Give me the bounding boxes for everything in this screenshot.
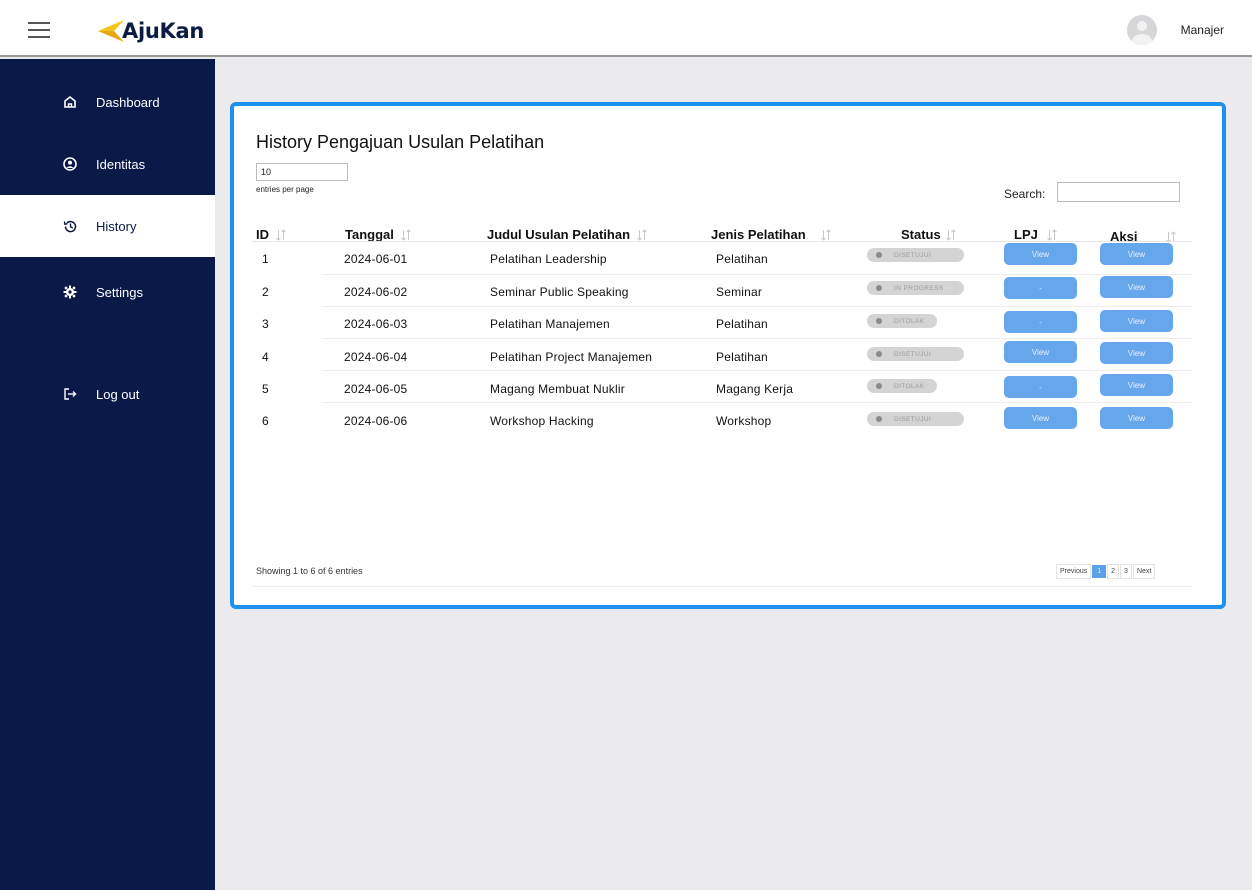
sort-icon — [1047, 228, 1057, 241]
sort-icon — [945, 228, 956, 241]
avatar[interactable] — [1126, 15, 1157, 45]
cell-id: 6 — [262, 414, 269, 428]
pagination: Previous 1 2 3 Next — [1056, 564, 1156, 579]
cell-judul: Magang Membuat Nuklir — [490, 382, 625, 396]
table-row: 3 2024-06-03 Pelatihan Manajemen Pelatih… — [252, 307, 1192, 339]
cell-id: 3 — [262, 317, 269, 331]
brand-name: AjuKan — [122, 19, 204, 43]
sort-icon — [820, 228, 831, 241]
sidebar-item-history[interactable]: History — [0, 195, 215, 257]
cell-tanggal: 2024-06-02 — [344, 285, 408, 299]
cell-judul: Pelatihan Leadership — [490, 252, 607, 266]
cell-judul: Seminar Public Speaking — [490, 285, 629, 299]
status-badge: DISETUJUI — [867, 347, 964, 361]
cell-id: 2 — [262, 285, 269, 299]
sort-icon — [276, 228, 286, 241]
top-bar: AjuKan Manajer — [0, 0, 1252, 57]
gear-icon — [62, 284, 78, 300]
footer-divider — [252, 586, 1192, 587]
pagination-next[interactable]: Next — [1132, 564, 1156, 579]
app-logo[interactable]: AjuKan — [98, 18, 204, 44]
pagination-previous[interactable]: Previous — [1056, 564, 1092, 579]
user-menu[interactable]: Manajer — [1126, 15, 1224, 45]
table-row: 6 2024-06-06 Workshop Hacking Workshop D… — [252, 403, 1192, 435]
search-label: Search: — [1004, 187, 1046, 201]
lpj-button[interactable]: - — [1004, 376, 1077, 398]
sidebar-item-label: Log out — [96, 386, 140, 402]
cell-jenis: Workshop — [716, 414, 772, 428]
logo-arrow-icon — [98, 20, 124, 42]
view-button[interactable]: View — [1100, 243, 1173, 265]
cell-tanggal: 2024-06-06 — [344, 414, 408, 428]
search-input[interactable] — [1057, 182, 1180, 202]
cell-id: 4 — [262, 350, 269, 364]
home-icon — [62, 94, 78, 110]
column-header-id[interactable]: ID — [256, 227, 287, 242]
sidebar-item-label: History — [96, 218, 137, 234]
user-name: Manajer — [1180, 23, 1224, 37]
column-header-jenis[interactable]: Jenis Pelatihan — [711, 227, 832, 242]
entries-per-page-input[interactable] — [256, 163, 348, 181]
table-row: 5 2024-06-05 Magang Membuat Nuklir Magan… — [252, 371, 1192, 403]
logout-icon — [62, 386, 78, 402]
lpj-button[interactable]: View — [1004, 243, 1077, 265]
sidebar-item-logout[interactable]: Log out — [0, 363, 215, 425]
lpj-button[interactable]: - — [1004, 277, 1077, 299]
lpj-button[interactable]: View — [1004, 407, 1077, 429]
hamburger-menu-icon[interactable] — [28, 22, 50, 38]
view-button[interactable]: View — [1100, 276, 1173, 298]
view-button[interactable]: View — [1100, 310, 1173, 332]
history-card: History Pengajuan Usulan Pelatihan entri… — [230, 102, 1226, 609]
cell-id: 5 — [262, 382, 269, 396]
view-button[interactable]: View — [1100, 374, 1173, 396]
status-badge: DITOLAK — [867, 314, 937, 328]
column-header-status[interactable]: Status — [901, 227, 957, 242]
column-header-judul[interactable]: Judul Usulan Pelatihan — [487, 227, 648, 242]
cell-id: 1 — [262, 252, 269, 266]
lpj-button[interactable]: - — [1004, 311, 1077, 333]
history-icon — [62, 218, 78, 234]
cell-tanggal: 2024-06-01 — [344, 252, 408, 266]
sidebar-item-label: Settings — [96, 284, 143, 300]
table-row: 4 2024-06-04 Pelatihan Project Manajemen… — [252, 339, 1192, 371]
table-header-divider — [252, 241, 1192, 242]
cell-jenis: Pelatihan — [716, 252, 768, 266]
cell-tanggal: 2024-06-05 — [344, 382, 408, 396]
cell-jenis: Pelatihan — [716, 350, 768, 364]
cell-jenis: Pelatihan — [716, 317, 768, 331]
sort-icon — [637, 228, 647, 241]
sort-icon — [401, 228, 411, 241]
lpj-button[interactable]: View — [1004, 341, 1077, 363]
status-badge: DISETUJUI — [867, 412, 964, 426]
column-header-tanggal[interactable]: Tanggal — [345, 227, 412, 242]
cell-judul: Pelatihan Manajemen — [490, 317, 610, 331]
sidebar-item-identitas[interactable]: Identitas — [0, 133, 215, 195]
sidebar: Dashboard Identitas History Settings Log… — [0, 59, 215, 890]
sidebar-item-label: Dashboard — [96, 94, 160, 110]
view-button[interactable]: View — [1100, 407, 1173, 429]
pagination-page-3[interactable]: 3 — [1120, 564, 1132, 579]
entries-info: Showing 1 to 6 of 6 entries — [256, 566, 363, 576]
pagination-page-2[interactable]: 2 — [1107, 564, 1120, 579]
status-badge: DITOLAK — [867, 379, 937, 393]
status-badge: DISETUJUI — [867, 248, 964, 262]
cell-jenis: Magang Kerja — [716, 382, 794, 396]
cell-tanggal: 2024-06-04 — [344, 350, 408, 364]
sidebar-item-dashboard[interactable]: Dashboard — [0, 71, 215, 133]
cell-judul: Workshop Hacking — [490, 414, 594, 428]
user-circle-icon — [62, 156, 78, 172]
view-button[interactable]: View — [1100, 342, 1173, 364]
sidebar-item-settings[interactable]: Settings — [0, 261, 215, 323]
pagination-page-1[interactable]: 1 — [1092, 565, 1107, 578]
sidebar-item-label: Identitas — [96, 156, 146, 172]
cell-jenis: Seminar — [716, 285, 763, 299]
status-badge: IN PROGRESS — [867, 281, 964, 295]
page-title: History Pengajuan Usulan Pelatihan — [256, 132, 545, 152]
column-header-lpj[interactable]: LPJ — [1014, 227, 1058, 242]
entries-per-page-label: entries per page — [256, 185, 314, 194]
table-row: 1 2024-06-01 Pelatihan Leadership Pelati… — [252, 243, 1192, 275]
table-row: 2 2024-06-02 Seminar Public Speaking Sem… — [252, 275, 1192, 307]
cell-tanggal: 2024-06-03 — [344, 317, 408, 331]
cell-judul: Pelatihan Project Manajemen — [490, 350, 653, 364]
